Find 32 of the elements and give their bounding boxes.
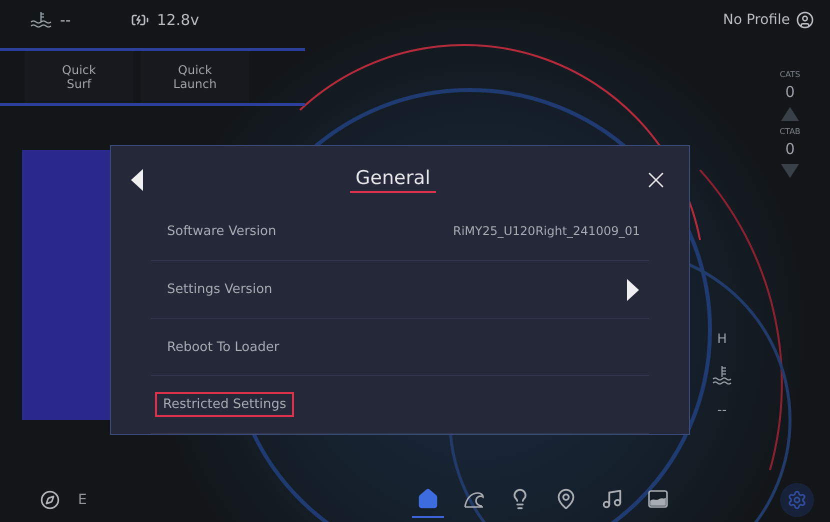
settings-row-label: Software Version <box>166 223 278 242</box>
compass-icon <box>40 490 60 510</box>
tank-icon <box>646 487 670 511</box>
next-arrow-icon[interactable] <box>627 278 639 301</box>
settings-row-label: Settings Version <box>166 281 274 300</box>
quick-mode-button[interactable]: Quick Surf <box>25 51 133 103</box>
settings-icon <box>787 490 807 510</box>
profile-name: No Profile <box>722 12 790 28</box>
home-icon <box>416 488 439 510</box>
settings-row[interactable]: Restricted Settings <box>151 376 649 434</box>
counter-value: 0 <box>785 83 795 101</box>
settings-row-label: Reboot To Loader <box>166 338 280 357</box>
water-temperature-icon <box>30 11 52 29</box>
counter-label: CTAB <box>780 127 800 136</box>
settings-row[interactable]: Software Version RiMY25_U120Right_241009_01 <box>151 204 649 262</box>
settings-row-label: Restricted Settings <box>155 392 294 418</box>
engine-temp-reading: -- <box>717 403 727 418</box>
music-note-icon <box>600 488 623 510</box>
quick-mode-button[interactable]: Quick Launch <box>141 51 249 103</box>
counter-label: CATS <box>780 70 800 79</box>
settings-row[interactable]: Reboot To Loader <box>151 318 649 376</box>
battery-voltage: 12.8v <box>156 11 200 29</box>
coolant-temperature-icon <box>712 365 732 385</box>
water-temp-reading: -- <box>60 11 71 29</box>
heading-reading: E <box>78 492 87 508</box>
back-button[interactable] <box>131 168 143 191</box>
settings-row[interactable]: Settings Version <box>151 261 649 319</box>
gauge-mark: H <box>717 332 727 347</box>
profile-icon[interactable] <box>796 11 814 29</box>
software-version-value: RiMY25_U120Right_241009_01 <box>453 224 641 240</box>
dialog-title: General <box>350 166 436 193</box>
counter-value: 0 <box>785 140 795 158</box>
